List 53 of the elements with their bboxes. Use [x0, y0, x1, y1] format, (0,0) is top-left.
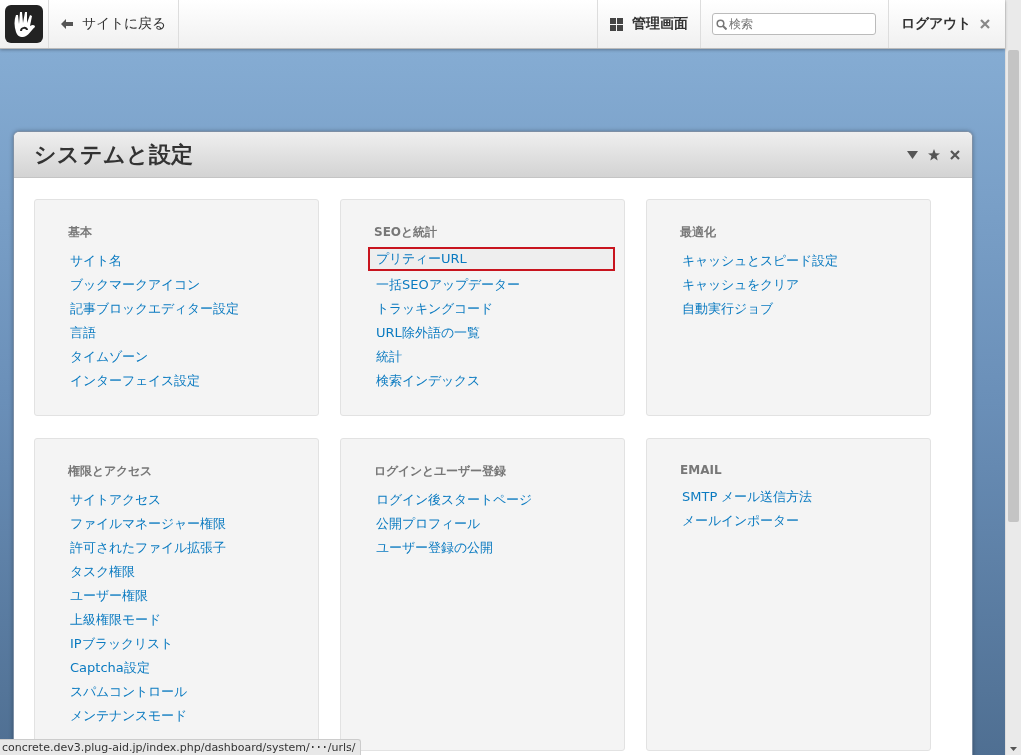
- settings-link[interactable]: ユーザー登録の公開: [368, 534, 501, 558]
- settings-link[interactable]: 記事ブロックエディター設定: [62, 295, 247, 319]
- logout-button[interactable]: ログアウト: [889, 0, 1005, 48]
- close-icon[interactable]: [950, 149, 960, 160]
- section-title: 権限とアクセス: [68, 463, 152, 480]
- settings-link[interactable]: 言語: [62, 319, 104, 343]
- dashboard-link[interactable]: 管理画面: [597, 0, 701, 48]
- settings-link[interactable]: キャッシュをクリア: [674, 271, 807, 295]
- settings-link[interactable]: プリティーURL: [368, 247, 615, 271]
- scrollbar-thumb[interactable]: [1008, 50, 1019, 522]
- settings-link[interactable]: SMTP メール送信方法: [674, 483, 821, 507]
- scroll-down-icon[interactable]: [1010, 747, 1017, 751]
- star-icon[interactable]: [928, 148, 940, 161]
- settings-link[interactable]: 一括SEOアップデーター: [368, 271, 528, 295]
- settings-link[interactable]: 統計: [368, 343, 410, 367]
- grid-icon: [610, 17, 623, 31]
- settings-link[interactable]: キャッシュとスピード設定: [674, 247, 846, 271]
- back-to-site-link[interactable]: サイトに戻る: [49, 0, 179, 48]
- close-icon: [980, 19, 990, 29]
- settings-link[interactable]: 自動実行ジョブ: [674, 295, 781, 319]
- arrow-left-icon: [61, 19, 73, 29]
- caret-down-icon[interactable]: [907, 150, 918, 159]
- settings-link[interactable]: ブックマークアイコン: [62, 271, 208, 295]
- scrollbar[interactable]: [1005, 0, 1021, 755]
- settings-link[interactable]: 許可されたファイル拡張子: [62, 534, 234, 558]
- section-title: ログインとユーザー登録: [374, 463, 506, 480]
- panel-title: システムと設定: [34, 140, 193, 169]
- settings-link[interactable]: ユーザー権限: [62, 582, 156, 606]
- settings-link[interactable]: サイトアクセス: [62, 486, 169, 510]
- settings-link[interactable]: トラッキングコード: [368, 295, 501, 319]
- settings-link[interactable]: メールインポーター: [674, 507, 807, 531]
- search-field[interactable]: 検索: [712, 13, 876, 35]
- settings-link[interactable]: Captcha設定: [62, 654, 158, 678]
- settings-link[interactable]: ログイン後スタートページ: [368, 486, 540, 510]
- settings-link[interactable]: タイムゾーン: [62, 343, 156, 367]
- status-bar-url: concrete.dev3.plug-aid.jp/index.php/dashboard/system/･･･/urls/: [0, 739, 362, 755]
- section-title: 最適化: [680, 224, 716, 241]
- settings-link[interactable]: URL除外語の一覧: [368, 319, 488, 343]
- settings-link[interactable]: スパムコントロール: [62, 678, 195, 702]
- settings-link[interactable]: タスク権限: [62, 558, 143, 582]
- settings-link[interactable]: 検索インデックス: [368, 367, 488, 391]
- search-icon: [716, 19, 727, 30]
- section-title: SEOと統計: [374, 224, 438, 241]
- hand-logo-icon[interactable]: [4, 4, 44, 44]
- section-title: 基本: [68, 224, 92, 241]
- settings-link[interactable]: インターフェイス設定: [62, 367, 208, 391]
- section-title: EMAIL: [680, 463, 722, 477]
- settings-link[interactable]: ファイルマネージャー権限: [62, 510, 234, 534]
- settings-link[interactable]: 公開プロフィール: [368, 510, 488, 534]
- settings-link[interactable]: メンテナンスモード: [62, 702, 195, 726]
- settings-link[interactable]: サイト名: [62, 247, 130, 271]
- settings-link[interactable]: IPブラックリスト: [62, 630, 181, 654]
- settings-link[interactable]: 上級権限モード: [62, 606, 169, 630]
